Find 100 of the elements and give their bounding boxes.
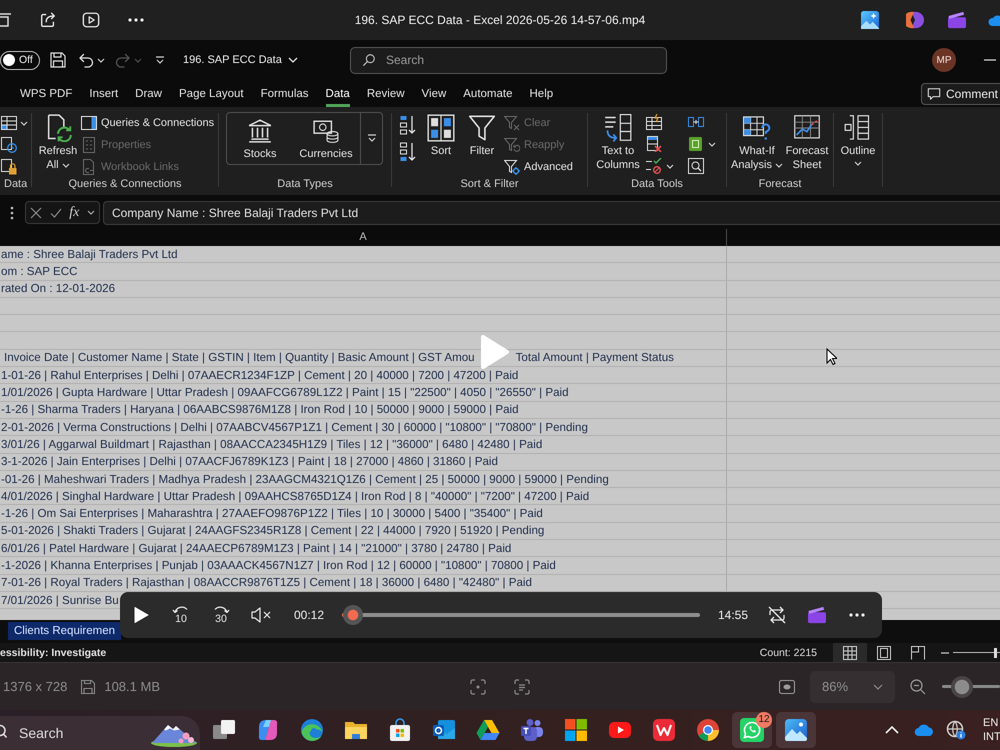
swirl-icon[interactable]	[906, 11, 924, 29]
cell-text: 2-01-2026 | Verma Constructions | Delhi | 07AABCV4567P1Z1 | Cement | 30 | 60000 | "10800" | "70800" | Pending	[1, 420, 588, 434]
page-corner-icon	[911, 646, 925, 660]
group-label: Data Tools	[631, 178, 683, 190]
user-avatar[interactable]: MP	[932, 48, 956, 72]
file-name-button[interactable]: 196. SAP ECC Data	[183, 54, 298, 66]
ribbon-tab[interactable]: Help	[530, 80, 554, 107]
ribbon-tab[interactable]: WPS PDF	[20, 80, 72, 107]
sort-ascending-icon[interactable]	[400, 115, 416, 135]
search-field[interactable]: Search	[350, 46, 667, 74]
table-icon[interactable]	[1, 115, 17, 131]
sort-descending-icon[interactable]	[400, 142, 416, 162]
ribbon-tab[interactable]: Insert	[89, 80, 118, 107]
sort-button[interactable]: Sort	[424, 112, 458, 158]
vertical-dots-icon[interactable]	[10, 206, 14, 220]
framed-magnifier-icon[interactable]	[688, 158, 704, 174]
skip-back-button[interactable]: 10	[164, 598, 198, 632]
caret-bar-icon[interactable]	[155, 56, 165, 64]
cell-text: 6/01/26 | Patel Hardware | Gujarat | 24AAECP6789M1Z3 | Paint | 14 | "21000" | 3780 | 24780 | Paid	[1, 542, 512, 555]
ribbon-tab[interactable]: Page Layout	[179, 80, 244, 107]
caret-icon[interactable]	[20, 120, 28, 126]
zoom-slider[interactable]	[953, 646, 1000, 658]
caret-icon[interactable]	[666, 164, 674, 168]
insert-function-button[interactable]: fx	[69, 204, 80, 220]
people-icon	[520, 718, 544, 742]
check-ban-icon[interactable]	[646, 158, 662, 174]
bracket-rows-icon	[844, 114, 872, 142]
what-if-analysis-button[interactable]: What-If Analysis	[731, 112, 783, 172]
zoom-slider[interactable]	[942, 676, 1000, 698]
caret-icon[interactable]	[87, 210, 96, 215]
taskbar-search-field[interactable]: Search	[0, 716, 200, 750]
caret-up-icon[interactable]	[885, 726, 899, 734]
photo-app-button[interactable]	[776, 712, 816, 748]
page-clock-icon[interactable]	[1, 137, 17, 153]
formula-input[interactable]: Company Name : Shree Balaji Traders Pvt Ltd	[103, 200, 1000, 224]
normal-view-button[interactable]	[833, 643, 867, 662]
progress-thumb[interactable]	[342, 605, 363, 625]
zoom-slider-thumb[interactable]	[994, 648, 997, 658]
zoom-dropdown[interactable]: 86%	[810, 670, 895, 702]
save-icon[interactable]	[50, 52, 66, 68]
check-icon[interactable]	[50, 206, 62, 218]
grid-icon	[843, 646, 857, 660]
swirl-icon	[256, 718, 280, 742]
minus-icon[interactable]	[941, 652, 949, 654]
squares-grid-icon	[427, 114, 455, 142]
comments-button[interactable]: Comment	[920, 82, 1000, 104]
zoom-slider-thumb[interactable]	[950, 676, 973, 698]
accessibility-status[interactable]: essibility: Investigate	[0, 646, 106, 658]
group-label: Forecast	[758, 178, 802, 190]
photo-sparkle-icon[interactable]	[861, 11, 879, 29]
funnel-arrow-icon	[504, 137, 520, 153]
text-to-columns-button[interactable]: Text to Columns	[594, 112, 642, 172]
page-lock-icon[interactable]	[1, 159, 17, 175]
refresh-all-button[interactable]: Refresh All	[37, 112, 79, 172]
cloud-icon[interactable]	[914, 723, 934, 737]
focus-frame-icon[interactable]	[470, 678, 486, 694]
group-label: Data Types	[277, 178, 333, 190]
window-icon[interactable]	[0, 12, 12, 28]
table-question-icon	[743, 114, 771, 142]
ribbon-tab[interactable]: Draw	[135, 80, 162, 107]
currencies-button[interactable]: Currencies	[293, 113, 359, 164]
skip-forward-button[interactable]: 30	[204, 598, 238, 632]
autosave-toggle[interactable]: Off	[0, 50, 40, 70]
photo-icon	[784, 718, 808, 742]
more-icon[interactable]	[128, 18, 144, 22]
table-lightning-icon[interactable]	[646, 114, 662, 130]
caret-icon[interactable]	[708, 142, 716, 146]
minimize-icon[interactable]	[984, 59, 996, 61]
undo-icon[interactable]	[78, 52, 94, 68]
progress-track[interactable]	[342, 605, 700, 625]
screen-icon[interactable]	[779, 678, 795, 694]
chat-app-button[interactable]: 12	[732, 712, 772, 748]
outline-button[interactable]: Outline	[836, 112, 880, 166]
slideshow-icon[interactable]	[82, 11, 100, 29]
cell-text: rated On : 12-01-2026	[1, 282, 116, 296]
queries-connections-button[interactable]: Queries & Connections	[81, 112, 214, 134]
ribbon-tab[interactable]: Formulas	[260, 80, 309, 107]
text-scan-icon[interactable]	[514, 678, 530, 694]
caret-icon[interactable]	[97, 58, 105, 62]
filter-button[interactable]: Filter	[462, 112, 502, 158]
stocks-button[interactable]: Stocks	[227, 113, 293, 164]
clapperboard-icon[interactable]	[948, 11, 966, 29]
ribbon-tab[interactable]: Review	[366, 80, 405, 107]
zoom-out-icon[interactable]	[910, 678, 926, 694]
cell-text: -1-2026 | Khanna Enterprises | Punjab | 03AAACK4567N1Z7 | Iron Rod | 12 | 60000 | "10800" | 70800 | Paid	[1, 558, 556, 572]
forecast-sheet-button[interactable]: Forecast Sheet	[783, 112, 831, 172]
cell-text: om : SAP ECC	[1, 264, 78, 278]
globe-icon[interactable]	[946, 720, 966, 740]
share-icon[interactable]	[39, 11, 57, 29]
cloud-icon[interactable]	[988, 13, 1000, 27]
cancel-icon[interactable]	[30, 206, 42, 218]
wave-circle-icon	[300, 718, 324, 742]
two-boxes-icon[interactable]	[688, 114, 704, 130]
ribbon-tab[interactable]: Automate	[463, 80, 512, 107]
caret-icon	[774, 162, 783, 168]
table-x-icon[interactable]	[646, 136, 662, 152]
sheet-tab[interactable]: Clients Requiremen	[8, 622, 121, 640]
tile-icon[interactable]	[688, 136, 704, 152]
advanced-filter-button[interactable]: Advanced	[504, 156, 573, 178]
ribbon-tab[interactable]: View	[422, 80, 446, 107]
